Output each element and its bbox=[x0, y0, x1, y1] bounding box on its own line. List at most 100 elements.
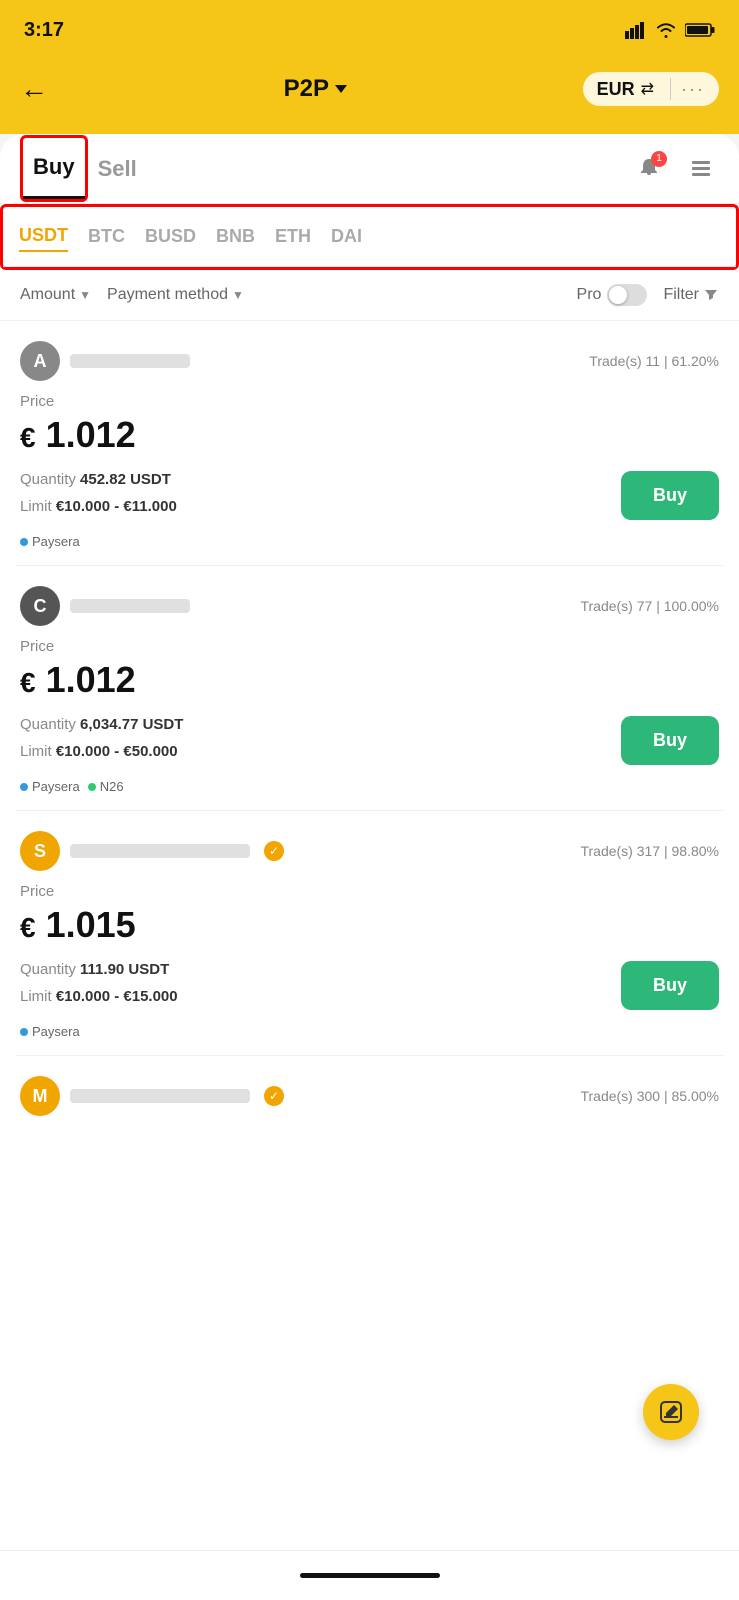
payment-method-filter[interactable]: Payment method ▼ bbox=[107, 286, 244, 304]
battery-icon bbox=[685, 22, 715, 38]
paysera-dot bbox=[20, 783, 28, 791]
payment-tags: Paysera bbox=[20, 1024, 719, 1039]
avatar: M bbox=[20, 1076, 60, 1116]
crypto-tab-usdt[interactable]: USDT bbox=[19, 221, 68, 252]
price-label: Price bbox=[20, 638, 719, 655]
payment-method-label: Payment method bbox=[107, 286, 228, 304]
paysera-label: Paysera bbox=[32, 1024, 80, 1039]
price-label: Price bbox=[20, 393, 719, 410]
notification-icon[interactable]: 1 bbox=[631, 151, 667, 187]
payment-tag-paysera: Paysera bbox=[20, 1024, 80, 1039]
crypto-tab-busd[interactable]: BUSD bbox=[145, 222, 196, 251]
price-value: € 1.012 bbox=[20, 659, 719, 701]
edit-icon bbox=[658, 1399, 684, 1425]
price-label: Price bbox=[20, 883, 719, 900]
trade-stats: Trade(s) 317 | 98.80% bbox=[580, 843, 719, 859]
price-value: € 1.012 bbox=[20, 414, 719, 456]
listing-header: S ✓ Trade(s) 317 | 98.80% bbox=[20, 831, 719, 871]
buy-button[interactable]: Buy bbox=[621, 716, 719, 765]
more-options-icon[interactable]: ··· bbox=[681, 79, 705, 100]
crypto-tab-bnb[interactable]: BNB bbox=[216, 222, 255, 251]
listing-item: A Trade(s) 11 | 61.20% Price € 1.012 Qua… bbox=[0, 321, 739, 565]
paysera-dot bbox=[20, 1028, 28, 1036]
amount-label: Amount bbox=[20, 286, 75, 304]
crypto-tabs: USDT BTC BUSD BNB ETH DAI bbox=[3, 207, 736, 267]
listing-header: A Trade(s) 11 | 61.20% bbox=[20, 341, 719, 381]
listing-details: Quantity 111.90 USDT Limit €10.000 - €15… bbox=[20, 956, 719, 1010]
crypto-tab-dai[interactable]: DAI bbox=[331, 222, 362, 251]
list-icon[interactable] bbox=[683, 151, 719, 187]
payment-tag-paysera: Paysera bbox=[20, 779, 80, 794]
tab-buy[interactable]: Buy bbox=[23, 138, 85, 199]
tab-sell[interactable]: Sell bbox=[88, 140, 147, 198]
buy-button[interactable]: Buy bbox=[621, 471, 719, 520]
qty-limit: Quantity 6,034.77 USDT Limit €10.000 - €… bbox=[20, 711, 183, 765]
seller-name bbox=[70, 1089, 250, 1103]
avatar: C bbox=[20, 586, 60, 626]
header: ← P2P EUR ⇄ ··· bbox=[0, 54, 739, 134]
buy-button[interactable]: Buy bbox=[621, 961, 719, 1010]
p2p-title-text: P2P bbox=[284, 75, 329, 103]
wifi-icon bbox=[655, 21, 677, 39]
seller-info: C bbox=[20, 586, 190, 626]
p2p-dropdown-icon[interactable] bbox=[335, 85, 347, 93]
listing-details: Quantity 452.82 USDT Limit €10.000 - €11… bbox=[20, 466, 719, 520]
trade-stats: Trade(s) 11 | 61.20% bbox=[589, 353, 719, 369]
verified-badge: ✓ bbox=[264, 1086, 284, 1106]
n26-label: N26 bbox=[100, 779, 124, 794]
qty-limit: Quantity 452.82 USDT Limit €10.000 - €11… bbox=[20, 466, 177, 520]
listing-item: S ✓ Trade(s) 317 | 98.80% Price € 1.015 … bbox=[0, 811, 739, 1055]
home-indicator bbox=[300, 1573, 440, 1578]
verified-badge: ✓ bbox=[264, 841, 284, 861]
header-title[interactable]: P2P bbox=[284, 75, 347, 103]
listing-header: C Trade(s) 77 | 100.00% bbox=[20, 586, 719, 626]
signal-icon bbox=[625, 21, 647, 39]
paysera-dot bbox=[20, 538, 28, 546]
header-divider bbox=[670, 78, 671, 100]
listing-details: Quantity 6,034.77 USDT Limit €10.000 - €… bbox=[20, 711, 719, 765]
listing-item: C Trade(s) 77 | 100.00% Price € 1.012 Qu… bbox=[0, 566, 739, 810]
crypto-tab-eth[interactable]: ETH bbox=[275, 222, 311, 251]
avatar: S bbox=[20, 831, 60, 871]
seller-info: A bbox=[20, 341, 190, 381]
payment-tag-paysera: Paysera bbox=[20, 534, 80, 549]
seller-info: M ✓ bbox=[20, 1076, 284, 1116]
payment-tags: Paysera bbox=[20, 534, 719, 549]
toggle-knob bbox=[609, 286, 627, 304]
payment-tag-n26: N26 bbox=[88, 779, 124, 794]
n26-dot bbox=[88, 783, 96, 791]
price-value: € 1.015 bbox=[20, 904, 719, 946]
seller-info: S ✓ bbox=[20, 831, 284, 871]
listing-header: M ✓ Trade(s) 300 | 85.00% bbox=[20, 1076, 719, 1116]
filter-icon bbox=[703, 287, 719, 303]
exchange-icon: ⇄ bbox=[641, 79, 654, 99]
crypto-tab-btc[interactable]: BTC bbox=[88, 222, 125, 251]
seller-name bbox=[70, 844, 250, 858]
qty-limit: Quantity 111.90 USDT Limit €10.000 - €15… bbox=[20, 956, 178, 1010]
main-content: Buy Sell 1 USDT BT bbox=[0, 134, 739, 1584]
paysera-label: Paysera bbox=[32, 534, 80, 549]
currency-label: EUR bbox=[597, 79, 635, 100]
filter-button[interactable]: Filter bbox=[663, 286, 719, 304]
paysera-label: Paysera bbox=[32, 779, 80, 794]
amount-arrow-icon: ▼ bbox=[79, 288, 91, 302]
filter-bar: Amount ▼ Payment method ▼ Pro Filter bbox=[0, 270, 739, 321]
listing-item: M ✓ Trade(s) 300 | 85.00% bbox=[0, 1056, 739, 1144]
crypto-tabs-container: USDT BTC BUSD BNB ETH DAI bbox=[0, 204, 739, 270]
pro-label: Pro bbox=[577, 286, 602, 304]
bottom-bar bbox=[0, 1550, 739, 1600]
status-icons bbox=[625, 21, 715, 39]
fab-button[interactable] bbox=[643, 1384, 699, 1440]
currency-selector[interactable]: EUR ⇄ ··· bbox=[583, 72, 719, 106]
seller-name bbox=[70, 599, 190, 613]
notification-badge: 1 bbox=[651, 151, 667, 167]
tab-icons: 1 bbox=[631, 151, 719, 187]
back-button[interactable]: ← bbox=[20, 73, 48, 105]
pro-toggle-switch[interactable] bbox=[607, 284, 647, 306]
payment-arrow-icon: ▼ bbox=[232, 288, 244, 302]
payment-tags: Paysera N26 bbox=[20, 779, 719, 794]
trade-stats: Trade(s) 77 | 100.00% bbox=[580, 598, 719, 614]
avatar: A bbox=[20, 341, 60, 381]
amount-filter[interactable]: Amount ▼ bbox=[20, 286, 91, 304]
pro-toggle[interactable]: Pro bbox=[577, 284, 648, 306]
